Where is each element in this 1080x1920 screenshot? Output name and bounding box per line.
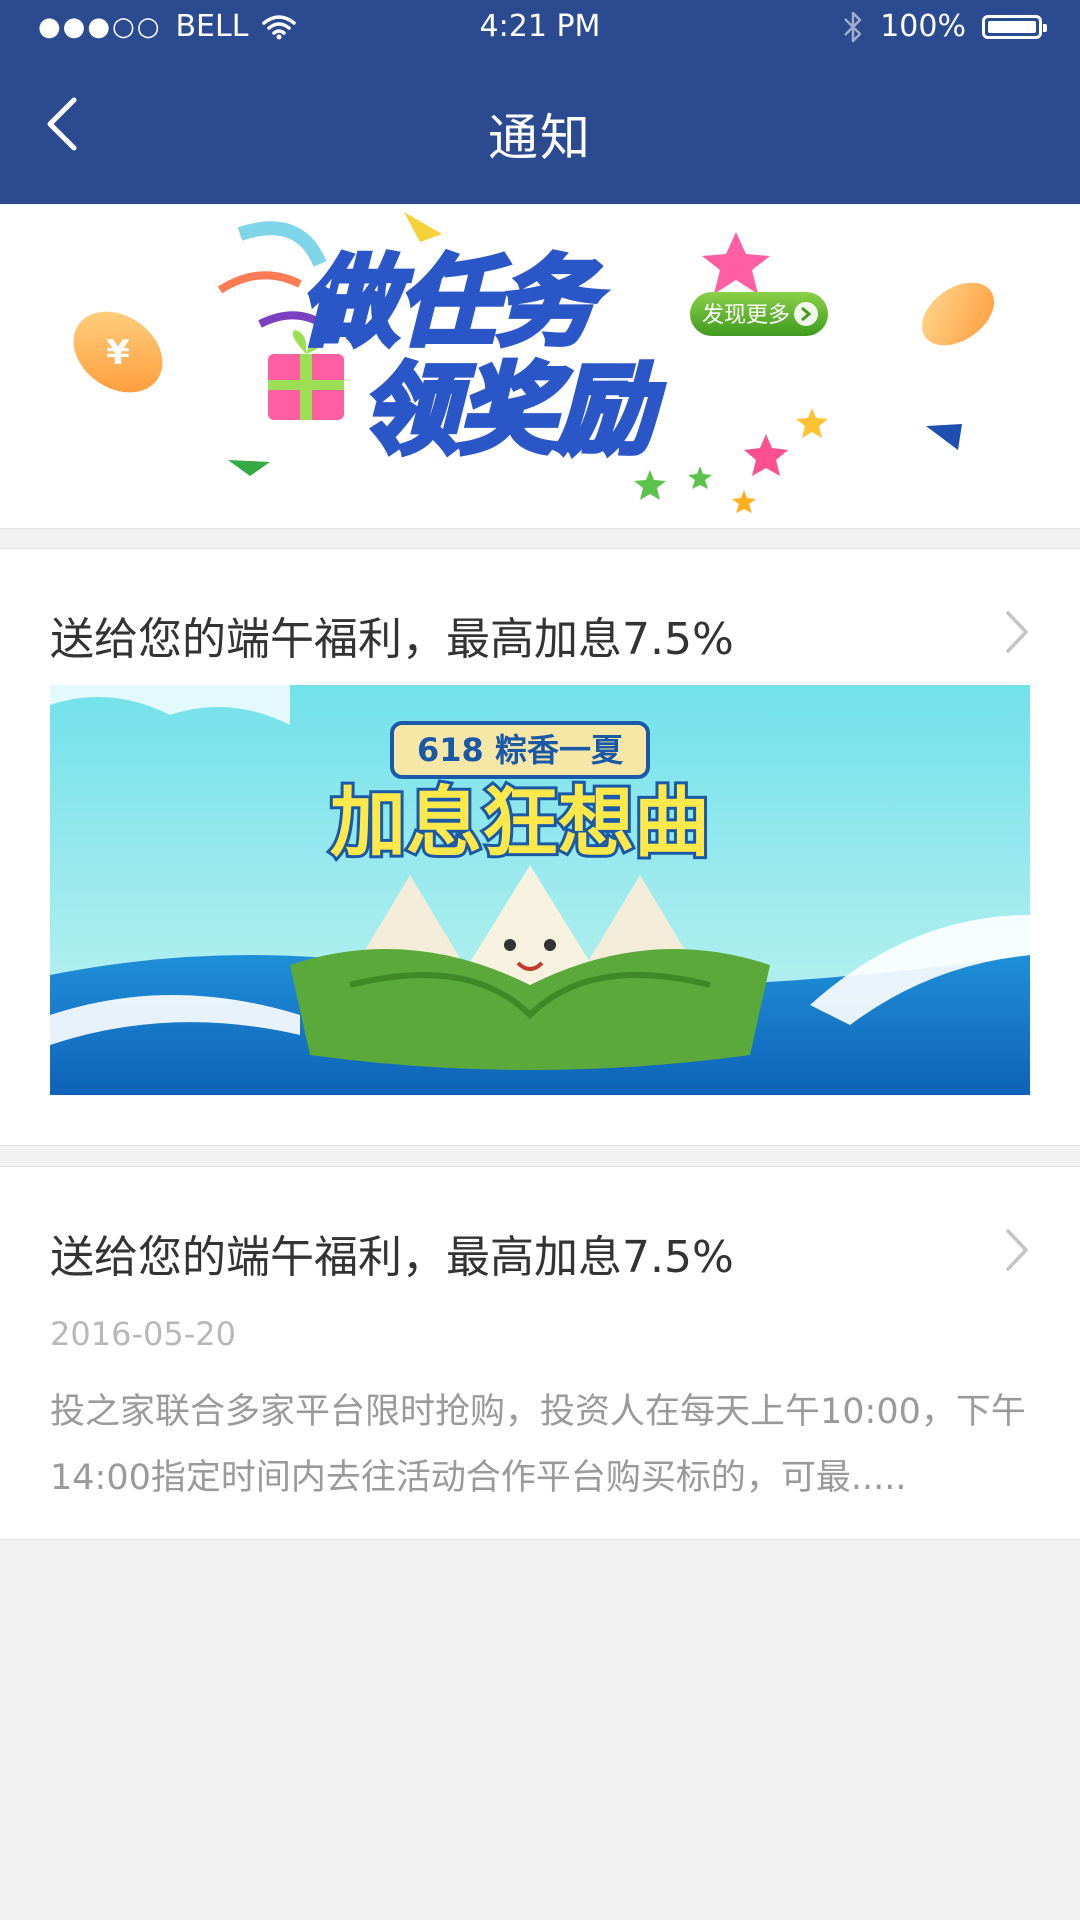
navigation-bar: 通知 bbox=[0, 54, 1080, 204]
promo-banner-graphic: ¥ 做任务 领奖励 发现更多 bbox=[73, 212, 995, 513]
coin-symbol: ¥ bbox=[106, 333, 130, 373]
triangle-decoration bbox=[404, 212, 442, 242]
notice-banner-image: 618 粽香一夏 加息狂想曲 bbox=[50, 685, 1030, 1095]
promo-headline: 加息狂想曲 bbox=[330, 778, 710, 867]
banner-headline-1: 做任务 bbox=[300, 246, 605, 360]
notice-title: 送给您的端午福利，最高加息7.5% bbox=[50, 1232, 734, 1283]
page-title: 通知 bbox=[488, 109, 592, 167]
coin-icon-right bbox=[921, 282, 995, 346]
notice-date: 2016-05-20 bbox=[50, 1315, 236, 1353]
chevron-right-icon bbox=[1006, 1229, 1028, 1271]
notice-card[interactable]: 送给您的端午福利，最高加息7.5% 2016-05-20 投之家联合多家平台限时… bbox=[0, 1166, 1080, 1540]
status-bar: ●●●○○ BELL 4:21 PM 100% bbox=[0, 0, 1080, 54]
bluetooth-icon bbox=[844, 11, 862, 43]
star-icon bbox=[702, 232, 770, 294]
notice-description: 投之家联合多家平台限时抢购，投资人在每天上午10:00，下午14:00指定时间内… bbox=[50, 1392, 1026, 1498]
app-header: ●●●○○ BELL 4:21 PM 100% 通知 bbox=[0, 0, 1080, 204]
banner-headline-2: 领奖励 bbox=[360, 354, 664, 468]
notice-card[interactable]: 送给您的端午福利，最高加息7.5% 618 粽香一夏 加息狂想曲 bbox=[0, 548, 1080, 1146]
notice-title: 送给您的端午福利，最高加息7.5% bbox=[50, 614, 734, 665]
battery-icon bbox=[982, 15, 1047, 39]
chevron-right-icon bbox=[1006, 611, 1028, 653]
promo-banner[interactable]: ¥ 做任务 领奖励 发现更多 bbox=[0, 204, 1080, 529]
discover-more-label: 发现更多 bbox=[702, 303, 790, 328]
promo-badge-text: 618 粽香一夏 bbox=[417, 731, 624, 769]
battery-percentage: 100% bbox=[880, 9, 966, 44]
